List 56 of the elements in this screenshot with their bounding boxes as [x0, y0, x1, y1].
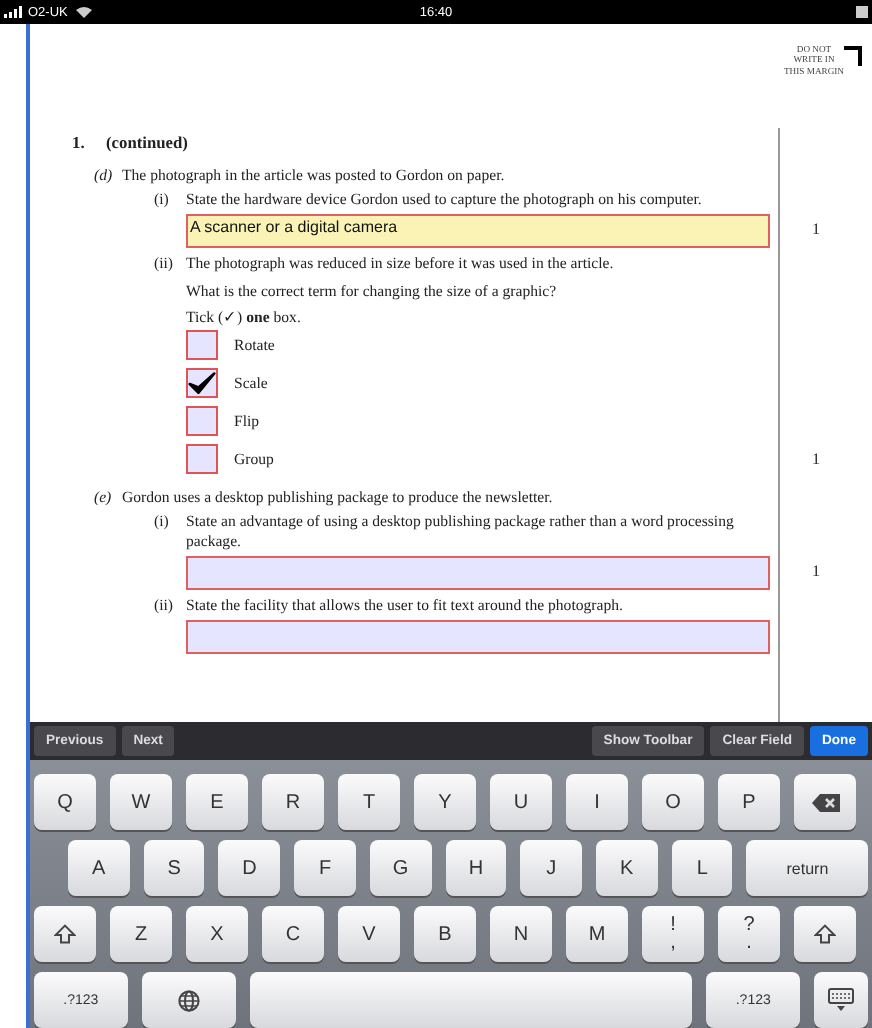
keyboard-key[interactable]: C: [262, 906, 324, 962]
keyboard-key[interactable]: V: [338, 906, 400, 962]
checkbox[interactable]: [186, 368, 218, 399]
answer-box[interactable]: [186, 620, 770, 655]
keyboard-key[interactable]: G: [369, 840, 432, 896]
keyboard-key[interactable]: P: [718, 774, 780, 830]
question-number: 1.: [72, 133, 87, 151]
keyboard-icon: [828, 988, 855, 1012]
answer-box[interactable]: A scanner or a digital camera: [186, 214, 770, 249]
keyboard-key[interactable]: Y: [414, 774, 476, 830]
shift-icon: [54, 924, 76, 944]
keyboard-key[interactable]: W: [110, 774, 172, 830]
keyboard-key[interactable]: N: [490, 906, 552, 962]
keyboard-key[interactable]: D: [218, 840, 281, 896]
corner-mark-icon: [844, 46, 862, 66]
globe-key[interactable]: [141, 972, 236, 1028]
keyboard-key[interactable]: T: [338, 774, 400, 830]
shift-icon: [814, 924, 836, 944]
keyboard-key[interactable]: L: [671, 840, 733, 896]
mark-value: 1: [812, 561, 820, 580]
keyboard-key[interactable]: Q: [34, 774, 96, 830]
keyboard-key[interactable]: E: [186, 774, 248, 830]
wifi-icon: [75, 6, 92, 18]
checkbox[interactable]: [186, 406, 218, 437]
globe-icon: [177, 989, 200, 1011]
delete-key[interactable]: [794, 774, 856, 830]
answer-box[interactable]: [186, 556, 770, 591]
keyboard-key[interactable]: X: [186, 906, 248, 962]
keyboard-key[interactable]: K: [596, 840, 658, 896]
keyboard-key[interactable]: F: [294, 840, 356, 896]
keyboard-key[interactable]: ? .: [718, 906, 780, 962]
question-heading: (continued): [106, 133, 188, 151]
keyboard-key[interactable]: U: [490, 774, 552, 830]
keyboard-key[interactable]: H: [445, 840, 507, 896]
backspace-icon: [811, 793, 839, 811]
hide-keyboard-key[interactable]: [814, 972, 868, 1028]
mark-value: 1: [812, 219, 820, 238]
keyboard-key[interactable]: ! ,: [642, 906, 704, 962]
checkbox[interactable]: [186, 330, 218, 361]
keyboard-key[interactable]: Z: [110, 906, 172, 962]
keyboard-key[interactable]: S: [143, 840, 205, 896]
keyboard-key[interactable]: B: [414, 906, 476, 962]
answer-text: A scanner or a digital camera: [190, 218, 398, 237]
shift-key[interactable]: [34, 906, 96, 962]
battery-icon: [856, 6, 868, 18]
keyboard-key[interactable]: O: [642, 774, 704, 830]
keyboard-key[interactable]: M: [566, 906, 628, 962]
mark-value: 1: [812, 450, 820, 469]
shift-key[interactable]: [794, 906, 856, 962]
keyboard-key[interactable]: return: [746, 840, 868, 896]
signal-icon: [4, 6, 24, 18]
keyboard-key[interactable]: R: [262, 774, 324, 830]
keyboard-key[interactable]: I: [566, 774, 628, 830]
keyboard-key[interactable]: A: [68, 840, 130, 896]
keyboard-key[interactable]: J: [520, 840, 583, 896]
checkbox[interactable]: [186, 444, 218, 475]
